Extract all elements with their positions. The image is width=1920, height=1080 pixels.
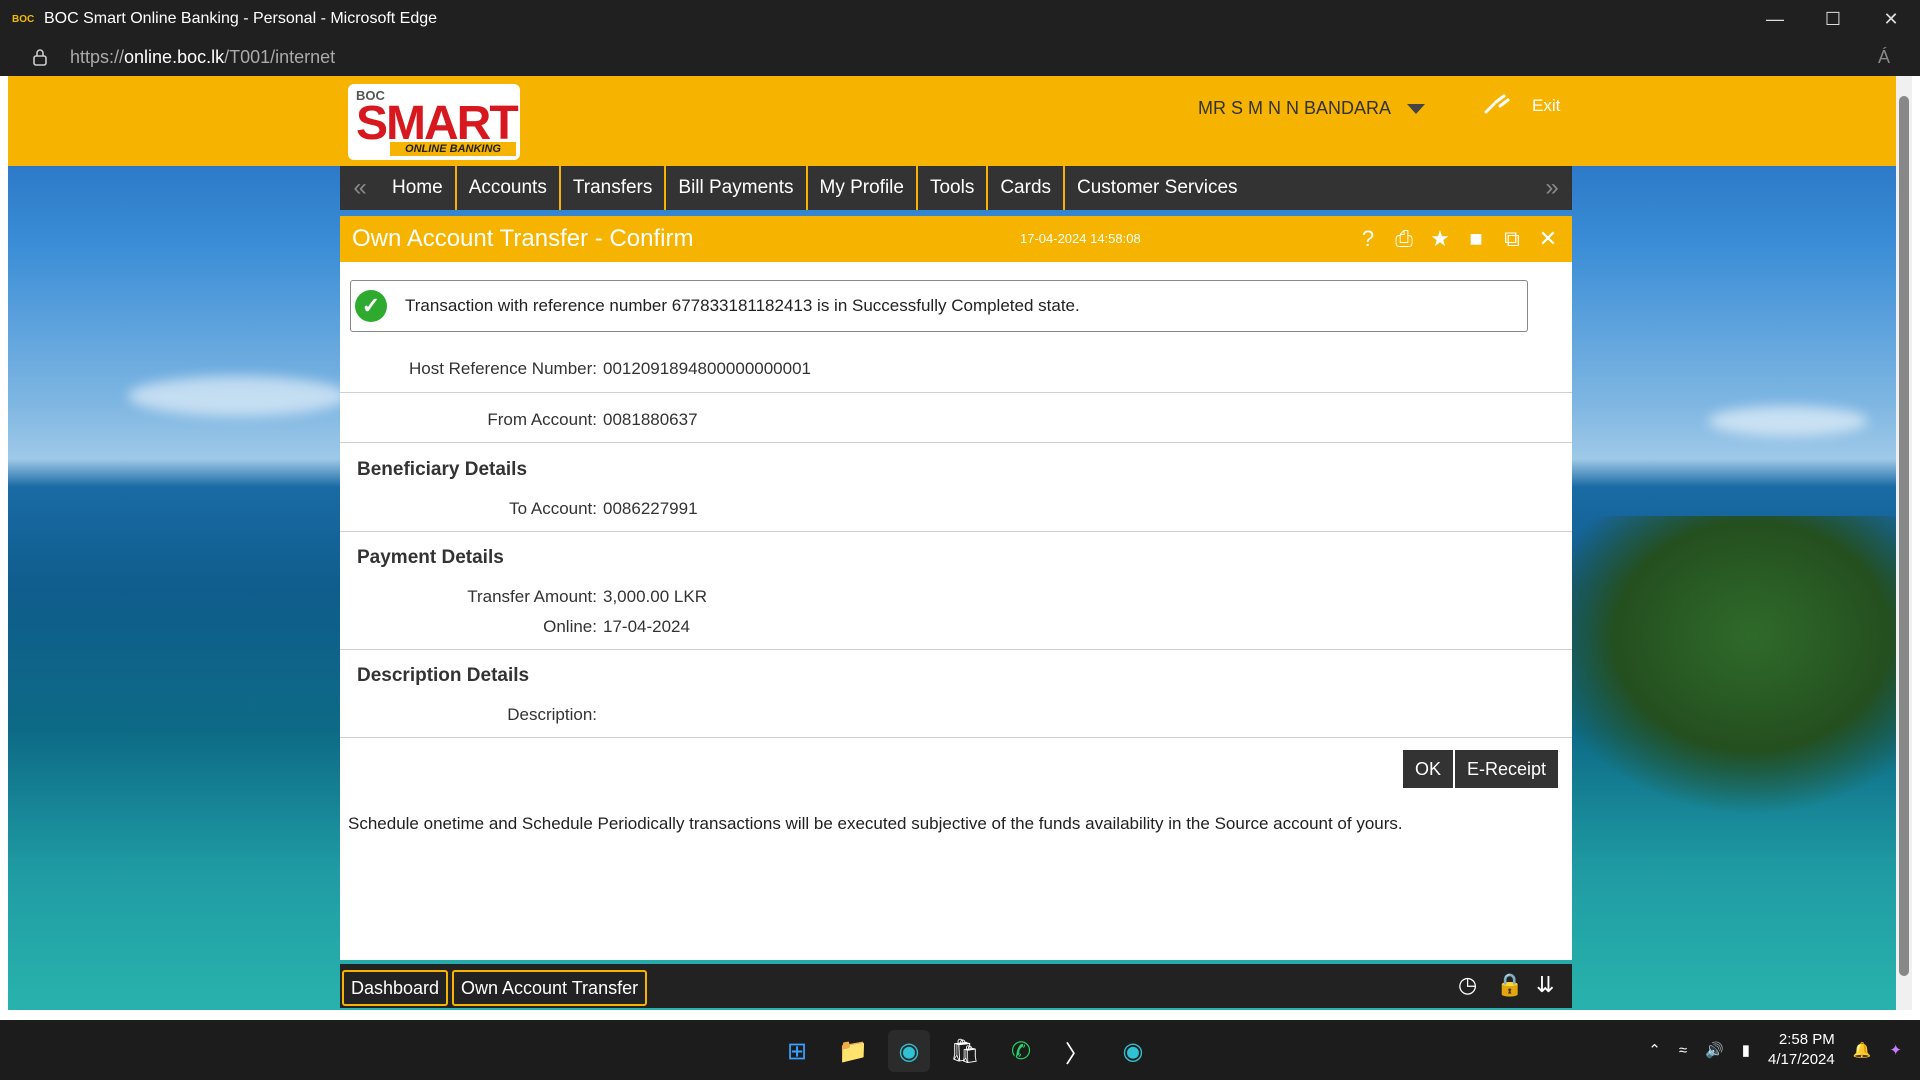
clock-icon[interactable]: ◷: [1458, 972, 1477, 998]
site-header: BOC SMART ONLINE BANKING MR S M N N BAND…: [8, 76, 1896, 166]
success-message: ✓ Transaction with reference number 6778…: [350, 280, 1528, 332]
nav-item-cards[interactable]: Cards: [988, 166, 1066, 210]
system-clock[interactable]: 2:58 PM 4/17/2024: [1768, 1030, 1835, 1070]
page-title: Own Account Transfer - Confirm: [352, 225, 694, 252]
address-bar[interactable]: https://online.boc.lk/T001/internet Á: [0, 38, 1920, 76]
divider: [340, 531, 1572, 532]
store-icon[interactable]: 🛍: [944, 1030, 986, 1072]
description-heading: Description Details: [357, 665, 530, 686]
battery-icon[interactable]: ▮: [1742, 1041, 1750, 1059]
online-value: 17-04-2024: [603, 617, 690, 636]
e-receipt-button[interactable]: E-Receipt: [1454, 750, 1558, 788]
from-account-label: From Account:: [487, 410, 597, 429]
footer-tab-dashboard[interactable]: Dashboard: [342, 970, 449, 1006]
background-island: [1536, 516, 1896, 816]
restore-panel-icon[interactable]: ⧉: [1498, 226, 1526, 252]
terminal-icon[interactable]: 〉: [1056, 1030, 1098, 1072]
close-icon[interactable]: ✕: [1534, 226, 1562, 252]
volume-icon[interactable]: 🔊: [1705, 1041, 1724, 1059]
host-ref-value: 0012091894800000000001: [603, 359, 812, 378]
page-viewport: BOC SMART ONLINE BANKING MR S M N N BAND…: [8, 76, 1896, 1010]
file-explorer-icon[interactable]: 📁: [832, 1030, 874, 1072]
amount-value: 3,000.00 LKR: [603, 587, 707, 606]
user-menu[interactable]: MR S M N N BANDARA: [1198, 98, 1426, 119]
amount-label: Transfer Amount:: [467, 587, 597, 606]
boc-smart-logo[interactable]: BOC SMART ONLINE BANKING: [348, 84, 520, 160]
whatsapp-icon[interactable]: ✆: [1000, 1030, 1042, 1072]
to-account-value: 0086227991: [603, 499, 698, 518]
panel-timestamp: 17-04-2024 14:58:08: [1020, 231, 1141, 246]
maximize-button[interactable]: ☐: [1804, 0, 1862, 38]
link-icon: [1484, 94, 1510, 114]
beneficiary-heading: Beneficiary Details: [357, 459, 528, 480]
wifi-icon[interactable]: ≈: [1679, 1042, 1687, 1059]
lock-icon: [33, 49, 47, 66]
payment-heading: Payment Details: [357, 547, 504, 568]
read-aloud-icon[interactable]: Á: [1878, 47, 1890, 68]
help-icon[interactable]: ?: [1354, 226, 1382, 252]
chevron-double-down-icon[interactable]: ⇊: [1536, 972, 1554, 998]
edge-browser-icon[interactable]: ◉: [888, 1030, 930, 1072]
divider: [340, 737, 1572, 738]
nav-item-customer-services[interactable]: Customer Services: [1065, 166, 1250, 210]
chevron-down-icon[interactable]: [1407, 103, 1426, 114]
footer-bar: Dashboard Own Account Transfer ◷ 🔒 ⇊: [340, 964, 1572, 1008]
nav-item-transfers[interactable]: Transfers: [561, 166, 667, 210]
from-account-value: 0081880637: [603, 410, 698, 429]
exit-label[interactable]: Exit: [1532, 96, 1560, 116]
to-account-label: To Account:: [509, 499, 597, 518]
notification-bell-icon[interactable]: 🔔: [1853, 1041, 1872, 1059]
divider: [340, 392, 1572, 393]
nav-item-bill-payments[interactable]: Bill Payments: [666, 166, 808, 210]
main-nav: « Home Accounts Transfers Bill Payments …: [340, 166, 1572, 210]
minimize-button[interactable]: —: [1746, 0, 1804, 38]
star-icon[interactable]: ★: [1426, 226, 1454, 252]
url-text[interactable]: https://online.boc.lk/T001/internet: [70, 47, 335, 68]
window-title: BOC Smart Online Banking - Personal - Mi…: [44, 10, 438, 27]
panel-header: Own Account Transfer - Confirm 17-04-202…: [340, 216, 1572, 262]
page-scrollbar[interactable]: [1896, 76, 1912, 1010]
minimize-panel-icon[interactable]: ■: [1462, 226, 1490, 252]
windows-taskbar: ⊞ 📁 ◉ 🛍 ✆ 〉 ◉ ⌃ ≈ 🔊 ▮ 2:58 PM 4/17/2024 …: [0, 1020, 1920, 1080]
nav-item-tools[interactable]: Tools: [918, 166, 989, 210]
nav-item-my-profile[interactable]: My Profile: [808, 166, 918, 210]
schedule-note: Schedule onetime and Schedule Periodical…: [348, 814, 1403, 833]
footer-tab-own-account-transfer[interactable]: Own Account Transfer: [452, 970, 648, 1006]
divider: [340, 442, 1572, 443]
chevron-up-icon[interactable]: ⌃: [1648, 1041, 1661, 1059]
nav-item-home[interactable]: Home: [380, 166, 457, 210]
online-label: Online:: [543, 617, 597, 636]
close-window-button[interactable]: ✕: [1862, 0, 1920, 38]
host-ref-label: Host Reference Number:: [408, 359, 597, 378]
ok-button[interactable]: OK: [1402, 750, 1453, 788]
nav-scroll-right-icon[interactable]: »: [1532, 174, 1572, 202]
site-favicon: BOC: [12, 13, 35, 25]
browser-titlebar: BOC BOC Smart Online Banking - Personal …: [0, 0, 1920, 38]
description-label: Description:: [507, 705, 597, 724]
print-icon[interactable]: ⎙: [1390, 226, 1418, 252]
nav-scroll-left-icon[interactable]: «: [340, 174, 380, 202]
exit-button[interactable]: Exit: [1482, 94, 1560, 118]
clock-time: 2:58 PM: [1778, 1031, 1835, 1048]
windows-start-icon[interactable]: ⊞: [776, 1030, 818, 1072]
scrollbar-thumb[interactable]: [1899, 96, 1909, 976]
nav-item-accounts[interactable]: Accounts: [457, 166, 561, 210]
check-icon: ✓: [355, 290, 387, 322]
copilot-icon[interactable]: ✦: [1889, 1041, 1902, 1059]
success-text: Transaction with reference number 677833…: [405, 296, 1080, 315]
lock-icon[interactable]: 🔒: [1496, 972, 1523, 998]
divider: [340, 649, 1572, 650]
transfer-confirm-panel: Own Account Transfer - Confirm 17-04-202…: [340, 216, 1572, 960]
clock-date: 4/17/2024: [1768, 1051, 1835, 1068]
edge-profile-icon[interactable]: ◉: [1112, 1030, 1154, 1072]
user-name: MR S M N N BANDARA: [1198, 98, 1392, 118]
